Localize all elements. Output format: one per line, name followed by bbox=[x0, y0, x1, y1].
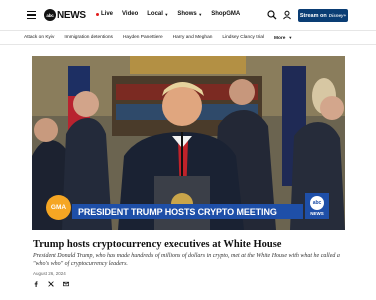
article-deck: President Donald Trump, who has made hun… bbox=[33, 253, 340, 267]
nav-label: ShopGMA bbox=[211, 11, 241, 17]
subnav-item[interactable]: Hayden Panettiere bbox=[123, 35, 163, 41]
abc-ball: abc bbox=[310, 196, 324, 210]
logo-ball: abc bbox=[44, 9, 56, 21]
stream-on-disney-button[interactable]: Stream on Disney+ bbox=[298, 9, 348, 22]
facebook-icon[interactable] bbox=[33, 281, 39, 287]
article-headline: Trump hosts cryptocurrency executives at… bbox=[33, 239, 282, 250]
subnav-more-button[interactable]: More ▼ bbox=[274, 35, 292, 41]
nav-label: Shows bbox=[177, 11, 197, 17]
stream-label: Stream on bbox=[299, 12, 327, 19]
nav-label: Live bbox=[101, 11, 114, 17]
main-nav: Live Video Local ▼ Shows ▼ ShopGMA bbox=[96, 11, 249, 17]
x-icon[interactable] bbox=[48, 281, 54, 287]
nav-item-video[interactable]: Video bbox=[122, 11, 138, 17]
chevron-down-icon: ▼ bbox=[198, 11, 203, 17]
menu-icon[interactable] bbox=[27, 11, 36, 19]
email-icon[interactable] bbox=[63, 281, 69, 287]
disney-plus-logo: Disney+ bbox=[328, 13, 347, 18]
gma-logo: GMA bbox=[46, 195, 71, 220]
nav-item-live[interactable]: Live bbox=[96, 11, 113, 17]
lower-third-caption: PRESIDENT TRUMP HOSTS CRYPTO MEETING bbox=[72, 204, 303, 219]
share-bar bbox=[33, 281, 69, 287]
logo-text: NEWS bbox=[57, 9, 86, 21]
chevron-down-icon: ▼ bbox=[164, 11, 169, 17]
user-icon[interactable] bbox=[282, 10, 292, 20]
video-player[interactable]: GMA PRESIDENT TRUMP HOSTS CRYPTO MEETING… bbox=[32, 56, 345, 230]
subnav-item[interactable]: Attack on Kyiv bbox=[24, 35, 54, 41]
search-icon[interactable] bbox=[267, 10, 277, 20]
live-dot-icon bbox=[96, 12, 99, 16]
abc-news-logo[interactable]: abc NEWS bbox=[44, 9, 86, 21]
nav-label: Video bbox=[122, 11, 139, 17]
subnav-item[interactable]: Lindsey Clancy trial bbox=[222, 35, 264, 41]
trending-subnav: Attack on Kyiv Immigration detentions Ha… bbox=[0, 30, 376, 45]
subnav-item[interactable]: Immigration detentions bbox=[64, 35, 113, 41]
chevron-down-icon: ▼ bbox=[288, 35, 293, 40]
nav-item-shows[interactable]: Shows ▼ bbox=[177, 11, 202, 17]
nav-item-shopgma[interactable]: ShopGMA bbox=[211, 11, 240, 17]
top-header: abc NEWS Live Video Local ▼ Shows ▼ Shop… bbox=[0, 0, 376, 30]
nav-item-local[interactable]: Local ▼ bbox=[147, 11, 168, 17]
article-date: August 26, 2024 bbox=[33, 271, 66, 276]
subnav-item[interactable]: Harry and Meghan bbox=[173, 35, 213, 41]
nav-label: Local bbox=[147, 11, 163, 17]
abc-news-bug: abc NEWS bbox=[305, 193, 329, 219]
more-label: More bbox=[274, 36, 286, 41]
abc-news-text: NEWS bbox=[310, 211, 324, 216]
